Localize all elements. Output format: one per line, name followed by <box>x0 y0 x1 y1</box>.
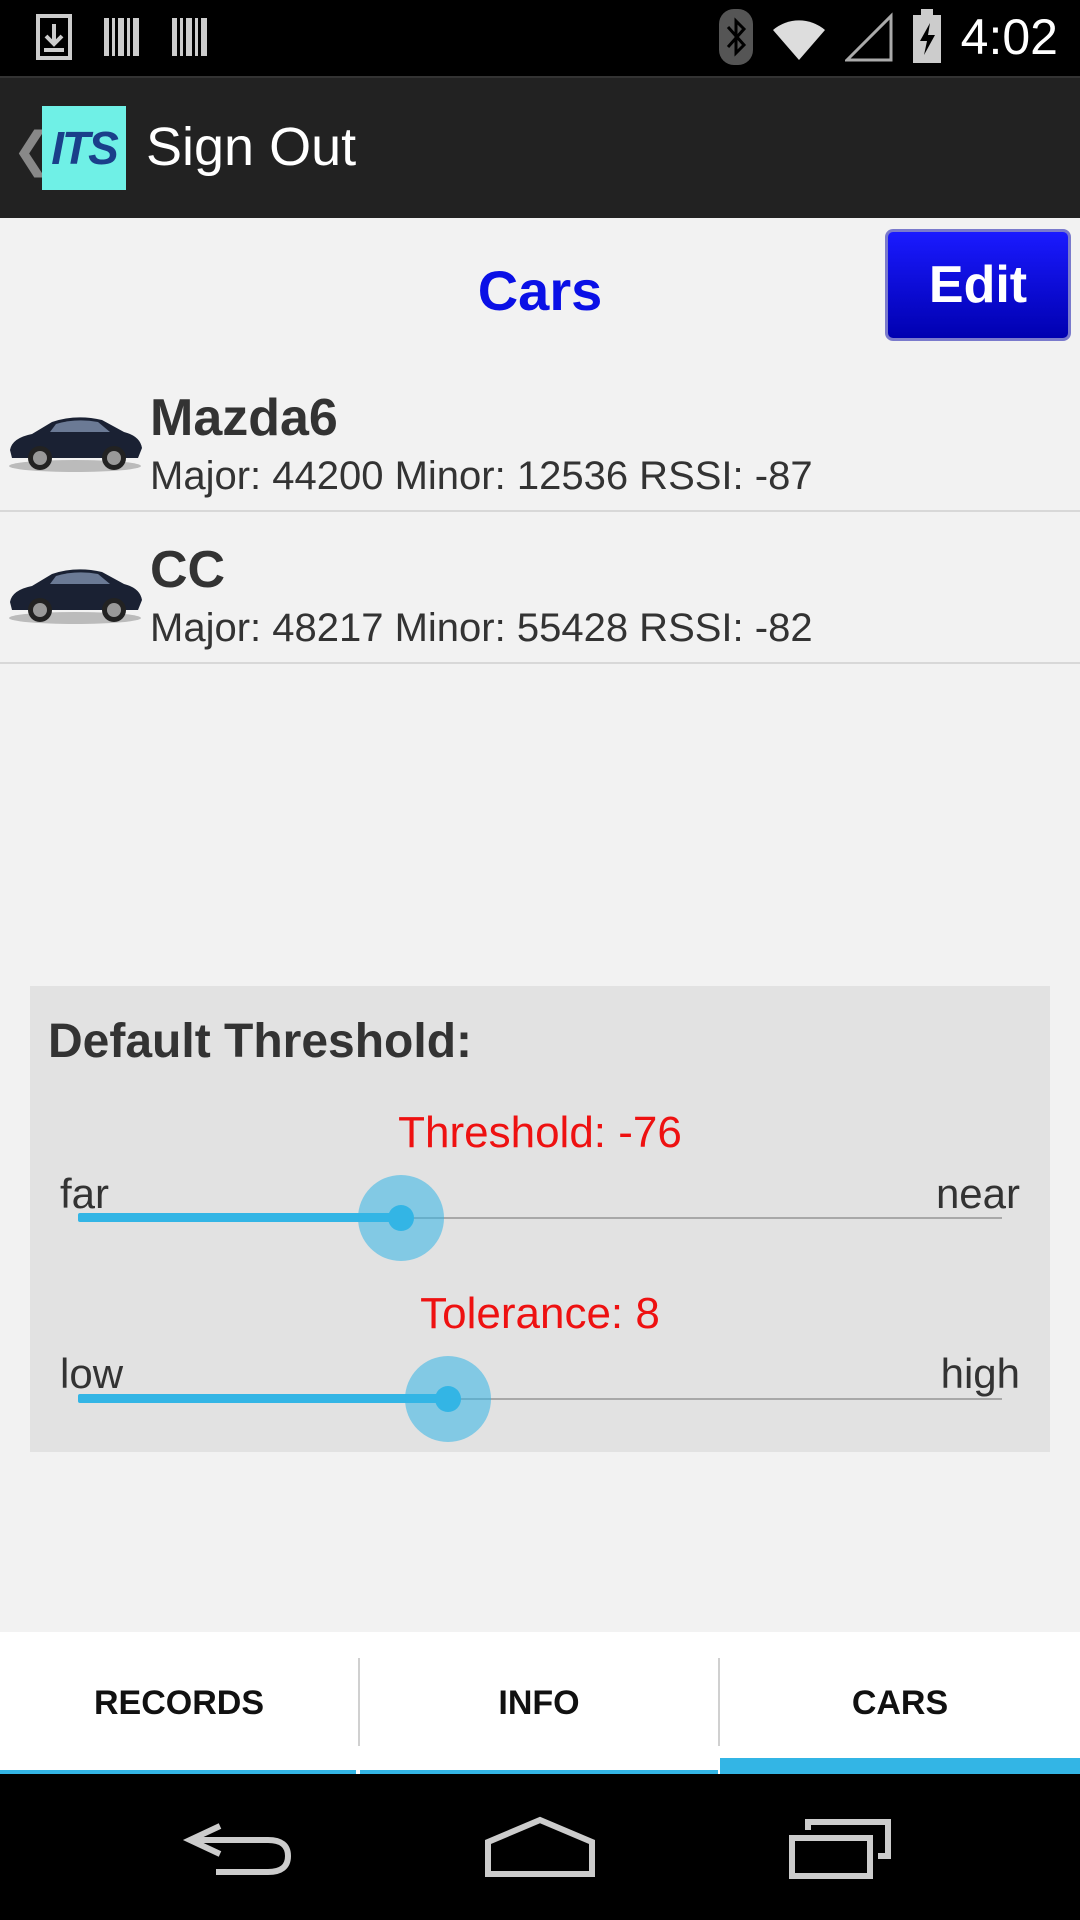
barcode-icon <box>104 18 139 56</box>
tab-bar: RECORDS INFO CARS <box>0 1632 1080 1774</box>
barcode-icon <box>172 18 207 56</box>
tolerance-max-label: high <box>940 1350 1020 1397</box>
clock: 4:02 <box>960 9 1058 65</box>
car-details: Major: 44200 Minor: 12536 RSSI: -87 <box>150 454 813 498</box>
list-item[interactable]: CC Major: 48217 Minor: 55428 RSSI: -82 <box>0 512 1080 664</box>
screen: 4:02 ❮ ITS Sign Out Cars Edit Mazda6 Maj… <box>0 0 1080 1920</box>
threshold-slider-thumb[interactable] <box>358 1175 445 1261</box>
tab-cars[interactable]: CARS <box>720 1632 1080 1774</box>
app-logo[interactable]: ITS <box>42 106 126 190</box>
edit-button[interactable]: Edit <box>885 229 1071 341</box>
threshold-panel: Default Threshold: Threshold: -76 far ne… <box>30 986 1050 1452</box>
bluetooth-icon <box>718 9 753 65</box>
tolerance-slider-fill <box>78 1394 448 1403</box>
car-details: Major: 48217 Minor: 55428 RSSI: -82 <box>150 606 813 650</box>
threshold-max-label: near <box>935 1170 1020 1217</box>
signal-icon <box>844 12 893 62</box>
nav-bar <box>0 1774 1080 1920</box>
app-logo-text: ITS <box>51 122 119 174</box>
recents-icon[interactable] <box>780 1812 900 1882</box>
tab-label: RECORDS <box>93 1683 265 1722</box>
tolerance-min-label: low <box>60 1350 124 1397</box>
tab-indicator-active <box>720 1758 1080 1774</box>
home-icon[interactable] <box>480 1812 600 1882</box>
back-icon[interactable] <box>180 1812 300 1882</box>
status-bar: 4:02 <box>0 0 1080 76</box>
download-icon <box>36 14 72 60</box>
car-name: Mazda6 <box>150 389 338 447</box>
list-item[interactable]: Mazda6 Major: 44200 Minor: 12536 RSSI: -… <box>0 360 1080 512</box>
car-name: CC <box>150 541 226 599</box>
threshold-slider[interactable] <box>78 1175 1002 1261</box>
tolerance-slider[interactable] <box>78 1356 1002 1442</box>
tab-label: INFO <box>498 1683 580 1722</box>
battery-icon <box>912 9 941 63</box>
action-bar: ❮ ITS Sign Out <box>0 76 1080 218</box>
tab-info[interactable]: INFO <box>360 1632 718 1774</box>
car-icon <box>9 569 142 624</box>
threshold-slider-fill <box>78 1213 402 1222</box>
wifi-icon <box>772 20 825 60</box>
threshold-value-label: Threshold: -76 <box>398 1108 682 1157</box>
sign-out-title[interactable]: Sign Out <box>146 116 356 178</box>
tolerance-slider-thumb[interactable] <box>404 1356 491 1442</box>
panel-title: Default Threshold: <box>48 1015 473 1068</box>
tab-records[interactable]: RECORDS <box>0 1632 358 1774</box>
tolerance-value-label: Tolerance: 8 <box>420 1289 660 1338</box>
car-icon <box>9 417 142 472</box>
car-list: Mazda6 Major: 44200 Minor: 12536 RSSI: -… <box>0 360 1080 664</box>
threshold-min-label: far <box>60 1170 110 1217</box>
tab-label: CARS <box>851 1683 949 1722</box>
